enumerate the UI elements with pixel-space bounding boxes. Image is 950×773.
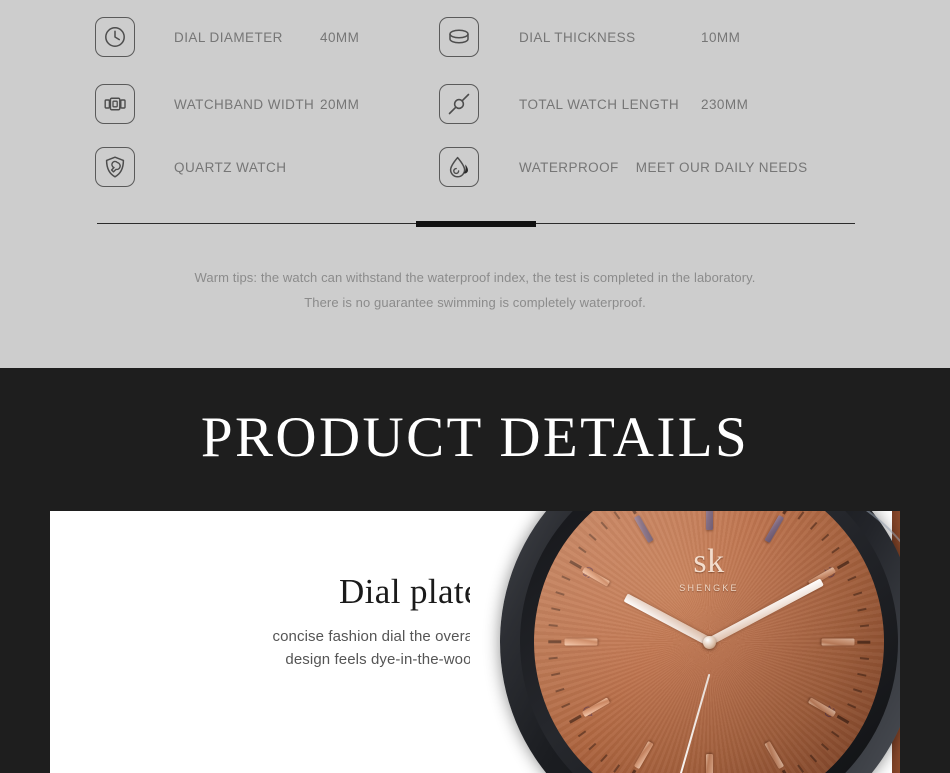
watch-dial-icon: [95, 17, 135, 57]
spec-label: WATCHBAND WIDTH: [174, 96, 315, 112]
warm-tips-line-1: Warm tips: the watch can withstand the w…: [194, 270, 756, 285]
shield-wrench-icon: [95, 147, 135, 187]
spec-item-waterproof: WATERPROOF MEET OUR DAILY NEEDS: [439, 144, 855, 190]
spec-label: DIAL THICKNESS: [519, 29, 636, 45]
watch-dial-face: 102030405060 sk SHENGKE: [534, 511, 884, 773]
spec-label: WATERPROOF: [519, 159, 619, 175]
dial-plate-panel: Dial plate concise fashion dial the over…: [50, 511, 900, 773]
section-divider: [97, 218, 855, 230]
specs-grid: DIAL DIAMETER 40MM DIAL THICKNESS 10MM W…: [95, 0, 855, 200]
spec-value: 230MM: [701, 96, 749, 112]
spec-label: DIAL DIAMETER: [174, 29, 283, 45]
spec-value: 20MM: [320, 96, 360, 112]
dial-plate-heading: Dial plate: [338, 572, 480, 611]
dial-plate-description: concise fashion dial the overall design …: [50, 625, 480, 671]
spec-item-watchband-width: WATCHBAND WIDTH 20MM: [95, 81, 439, 127]
water-drop-icon: [439, 147, 479, 187]
spec-row: DIAL DIAMETER 40MM DIAL THICKNESS 10MM: [95, 14, 855, 60]
dial-plate-description-line-1: concise fashion dial the overall: [272, 628, 480, 645]
watchband-icon: [95, 84, 135, 124]
watch-render: 102030405060 sk SHENGKE: [470, 511, 900, 773]
hands-center-cap: [702, 635, 716, 649]
spec-value: MEET OUR DAILY NEEDS: [635, 159, 808, 175]
dial-plate-description-line-2: design feels dye-in-the-wood: [285, 651, 480, 668]
spec-item-total-length: TOTAL WATCH LENGTH 230MM: [439, 81, 855, 127]
dial-thickness-icon: [439, 17, 479, 57]
watch-length-icon: [439, 84, 479, 124]
spec-item-dial-diameter: DIAL DIAMETER 40MM: [95, 14, 439, 60]
watch-dial-photo: 102030405060 sk SHENGKE: [470, 511, 900, 773]
specifications-section: DIAL DIAMETER 40MM DIAL THICKNESS 10MM W…: [0, 0, 950, 368]
product-details-section: PRODUCT DETAILS Dial plate concise fashi…: [0, 368, 950, 773]
spec-row: WATCHBAND WIDTH 20MM TOTAL WATCH LENGTH …: [95, 81, 855, 127]
spec-label: QUARTZ WATCH: [174, 159, 287, 175]
divider-accent-bar: [416, 221, 536, 227]
spec-item-quartz-watch: QUARTZ WATCH: [95, 144, 439, 190]
spec-label: TOTAL WATCH LENGTH: [519, 96, 680, 112]
spec-value: 10MM: [701, 29, 741, 45]
warm-tips: Warm tips: the watch can withstand the w…: [0, 265, 950, 315]
warm-tips-line-2: There is no guarantee swimming is comple…: [304, 295, 646, 310]
page-title: PRODUCT DETAILS: [200, 406, 750, 469]
spec-row: QUARTZ WATCH WATERPROOF MEET OUR DAILY N…: [95, 144, 855, 190]
dial-plate-copy: Dial plate concise fashion dial the over…: [50, 571, 480, 671]
spec-value: 40MM: [320, 29, 360, 45]
spec-item-dial-thickness: DIAL THICKNESS 10MM: [439, 14, 855, 60]
